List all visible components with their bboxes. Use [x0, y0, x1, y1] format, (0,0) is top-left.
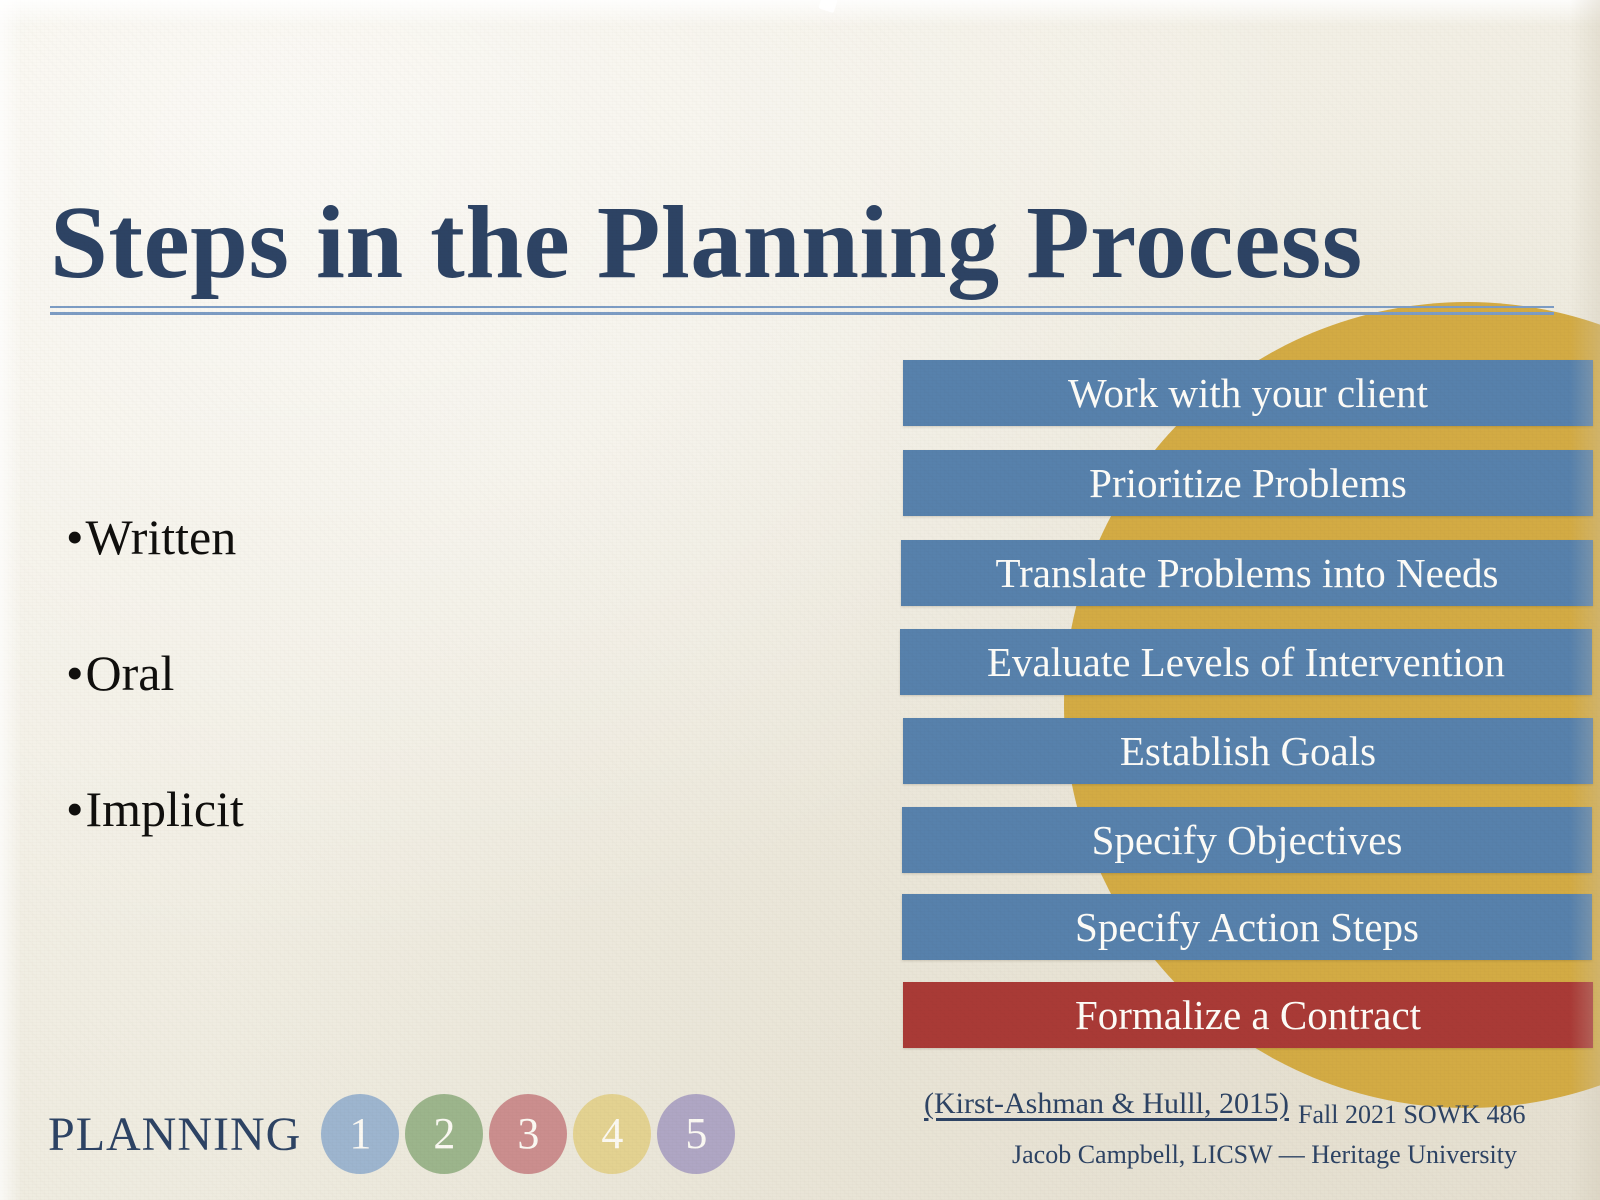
bullet-label: Implicit: [85, 781, 244, 837]
planning-step-circle-4[interactable]: 4: [573, 1094, 652, 1174]
source-citation: (Kirst-Ashman & Hulll, 2015): [924, 1087, 1289, 1120]
process-step-label: Work with your client: [1068, 369, 1428, 416]
planning-step-circle-3[interactable]: 3: [489, 1094, 568, 1174]
bullet-label: Oral: [85, 645, 175, 701]
process-step-bar: Formalize a Contract: [903, 982, 1593, 1048]
process-step-bar: Translate Problems into Needs: [901, 540, 1593, 606]
list-item: • Written: [66, 512, 706, 562]
bullet-dot-icon: •: [66, 509, 84, 565]
bullet-dot-icon: •: [66, 781, 84, 837]
author-label: Jacob Campbell, LICSW — Heritage Univers…: [1012, 1140, 1517, 1169]
process-step-label: Specify Action Steps: [1075, 903, 1419, 950]
page-title: Steps in the Planning Process: [50, 184, 1363, 300]
process-step-bar: Prioritize Problems: [903, 450, 1593, 516]
bullet-dot-icon: •: [66, 645, 84, 701]
planning-label: PLANNING: [48, 1107, 302, 1161]
divider-line-top: [50, 306, 1554, 308]
process-step-bar: Evaluate Levels of Intervention: [900, 629, 1592, 695]
process-step-label: Formalize a Contract: [1074, 991, 1422, 1038]
planning-progress-indicator: PLANNING 12345: [48, 1094, 741, 1174]
planning-step-circle-1[interactable]: 1: [321, 1094, 400, 1174]
process-step-label: Establish Goals: [1119, 727, 1377, 774]
list-item: • Oral: [66, 648, 706, 698]
process-step-label: Prioritize Problems: [1089, 459, 1407, 506]
title-divider: [50, 306, 1554, 315]
bullet-label: Written: [85, 509, 237, 565]
bullet-list: • Written • Oral • Implicit: [66, 512, 706, 920]
planning-step-circle-5[interactable]: 5: [657, 1094, 736, 1174]
process-step-label: Translate Problems into Needs: [995, 549, 1499, 596]
list-item: • Implicit: [66, 784, 706, 834]
step-circle-group: 12345: [321, 1094, 741, 1174]
slide-canvas: Work with your client Prioritize Problems…: [0, 0, 1600, 1200]
course-label: Fall 2021 SOWK 486: [1298, 1100, 1526, 1129]
process-step-bar: Work with your client: [903, 360, 1593, 426]
process-step-bar: Specify Objectives: [902, 807, 1592, 873]
process-step-label: Evaluate Levels of Intervention: [987, 638, 1505, 685]
planning-step-circle-2[interactable]: 2: [405, 1094, 484, 1174]
process-step-bar: Establish Goals: [903, 718, 1593, 784]
process-step-bar: Specify Action Steps: [902, 894, 1592, 960]
divider-line-bottom: [50, 312, 1554, 315]
process-step-label: Specify Objectives: [1091, 816, 1403, 863]
